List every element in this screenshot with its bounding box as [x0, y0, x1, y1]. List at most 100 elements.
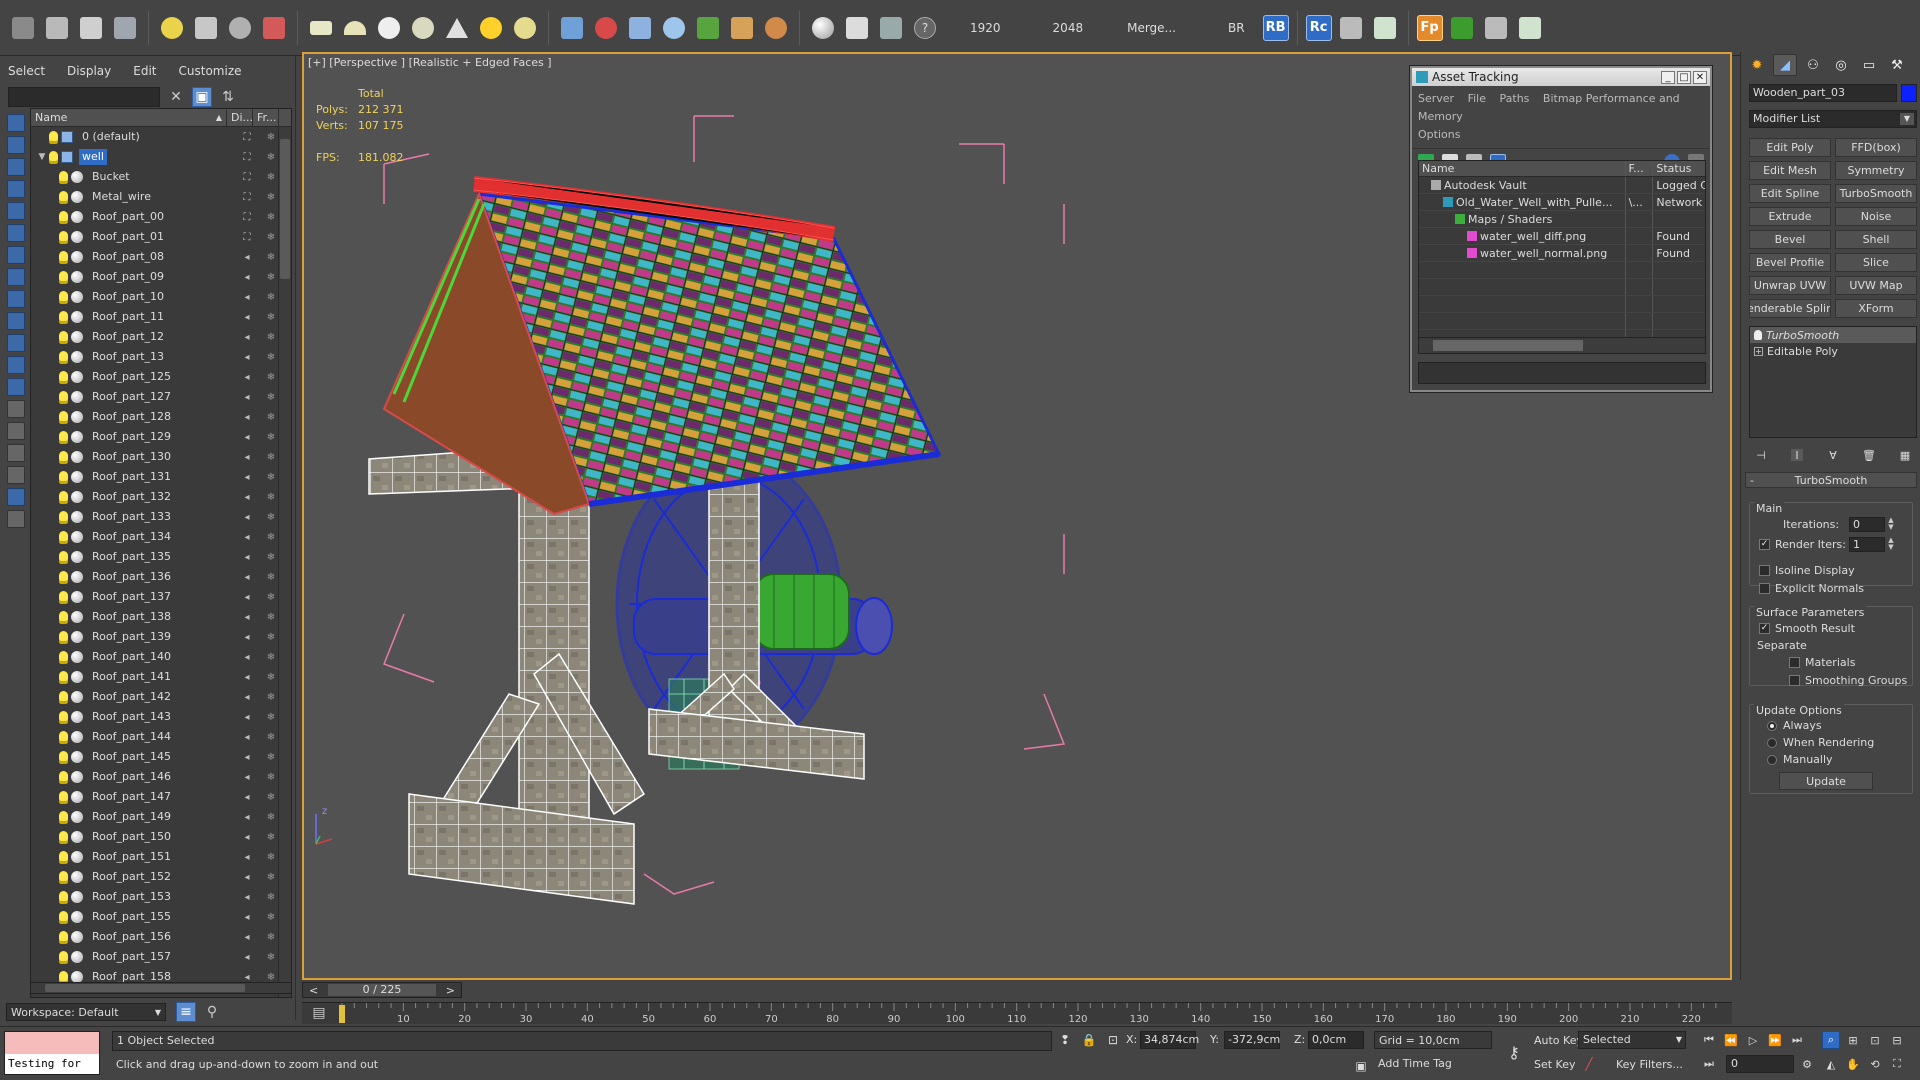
vfb-button[interactable]: [876, 13, 906, 43]
freeze-toggle-icon[interactable]: ❄: [263, 611, 279, 623]
modifier-button[interactable]: Symmetry: [1835, 161, 1917, 180]
explorer-row[interactable]: ▼ well ⛶ ❄: [31, 147, 279, 167]
options-icon[interactable]: [7, 510, 25, 528]
visibility-bulb-icon[interactable]: [59, 610, 68, 624]
visibility-bulb-icon[interactable]: [59, 770, 68, 784]
sync-selection-icon[interactable]: ⇅: [218, 87, 238, 107]
light-filter-icon[interactable]: [7, 180, 25, 198]
visibility-bulb-icon[interactable]: [59, 430, 68, 444]
freeze-toggle-icon[interactable]: ❄: [263, 211, 279, 223]
scrollbar-thumb[interactable]: [45, 984, 245, 992]
hidden-filter-icon[interactable]: [7, 378, 25, 396]
lock-selection-icon[interactable]: 🔒: [1080, 1031, 1098, 1049]
invert-display-icon[interactable]: [7, 422, 25, 440]
display-none-icon[interactable]: [7, 400, 25, 418]
rc-button[interactable]: Rc: [1305, 14, 1332, 41]
freeze-toggle-icon[interactable]: ❄: [263, 391, 279, 403]
display-mode-icon[interactable]: ◂: [239, 951, 255, 963]
freeze-toggle-icon[interactable]: ❄: [263, 431, 279, 443]
visibility-bulb-icon[interactable]: [59, 270, 68, 284]
trackbar-key-icon[interactable]: ▤: [308, 1002, 330, 1024]
freeze-toggle-icon[interactable]: ❄: [263, 231, 279, 243]
layer-explorer-icon[interactable]: ≡: [176, 1002, 196, 1022]
motion-tab[interactable]: ◎: [1829, 54, 1853, 76]
fp-button[interactable]: Fp: [1416, 14, 1443, 41]
visibility-bulb-icon[interactable]: [59, 930, 68, 944]
geosphere-button[interactable]: [408, 13, 438, 43]
asset-horizontal-scrollbar[interactable]: [1419, 337, 1705, 353]
explorer-row[interactable]: Roof_part_136 ◂ ❄: [31, 567, 279, 587]
visibility-bulb-icon[interactable]: [59, 450, 68, 464]
display-mode-icon[interactable]: ◂: [239, 591, 255, 603]
box-button[interactable]: [306, 13, 336, 43]
freeze-toggle-icon[interactable]: ❄: [263, 291, 279, 303]
display-mode-icon[interactable]: ◂: [239, 551, 255, 563]
display-mode-icon[interactable]: ◂: [239, 791, 255, 803]
shape-filter-icon[interactable]: [7, 158, 25, 176]
column-full-path[interactable]: F...: [1626, 161, 1654, 176]
display-mode-icon[interactable]: ◂: [239, 731, 255, 743]
maximize-viewport-icon[interactable]: ⛶: [1888, 1055, 1906, 1073]
scatter-button[interactable]: [557, 13, 587, 43]
freeze-toggle-icon[interactable]: ❄: [263, 691, 279, 703]
display-mode-icon[interactable]: ◂: [239, 671, 255, 683]
visibility-bulb-icon[interactable]: [59, 690, 68, 704]
time-slider-frame-label[interactable]: 0 / 225: [328, 984, 436, 996]
zoom-extents-all-icon[interactable]: ⊟: [1888, 1031, 1906, 1049]
modifier-button[interactable]: Edit Poly: [1749, 138, 1831, 157]
display-mode-icon[interactable]: ◂: [239, 811, 255, 823]
visibility-bulb-icon[interactable]: [59, 630, 68, 644]
explorer-row[interactable]: Roof_part_125 ◂ ❄: [31, 367, 279, 387]
vray-fur-button[interactable]: [659, 13, 689, 43]
modifier-button[interactable]: FFD(box): [1835, 138, 1917, 157]
bone-filter-icon[interactable]: [7, 312, 25, 330]
rendered-frame-window-button[interactable]: [42, 13, 72, 43]
visibility-bulb-icon[interactable]: [59, 790, 68, 804]
display-mode-icon[interactable]: ◂: [239, 491, 255, 503]
display-mode-icon[interactable]: ◂: [239, 751, 255, 763]
menu-edit[interactable]: Edit: [133, 64, 156, 78]
display-mode-icon[interactable]: ◂: [239, 311, 255, 323]
display-mode-icon[interactable]: ⛶: [239, 151, 255, 163]
hierarchy-tab[interactable]: ⚇: [1801, 54, 1825, 76]
explorer-row[interactable]: Roof_part_139 ◂ ❄: [31, 627, 279, 647]
explorer-row[interactable]: Roof_part_152 ◂ ❄: [31, 867, 279, 887]
display-mode-icon[interactable]: ⛶: [239, 171, 255, 183]
display-mode-icon[interactable]: ◂: [239, 631, 255, 643]
modifier-button[interactable]: enderable Splin: [1749, 299, 1831, 318]
object-color-swatch[interactable]: [1901, 84, 1917, 102]
visibility-bulb-icon[interactable]: [59, 810, 68, 824]
visibility-bulb-icon[interactable]: [59, 210, 68, 224]
display-mode-icon[interactable]: ◂: [239, 431, 255, 443]
visibility-bulb-icon[interactable]: [49, 150, 58, 164]
camera-filter-icon[interactable]: [7, 202, 25, 220]
explorer-row[interactable]: Roof_part_153 ◂ ❄: [31, 887, 279, 907]
material-editor-button[interactable]: [842, 13, 872, 43]
help-button[interactable]: ?: [910, 13, 940, 43]
asset-row[interactable]: Old_Water_Well_with_Pulle... \... Network: [1419, 194, 1705, 211]
display-mode-icon[interactable]: ◂: [239, 391, 255, 403]
visibility-bulb-icon[interactable]: [59, 870, 68, 884]
visibility-bulb-icon[interactable]: [59, 470, 68, 484]
time-slider-left-arrow[interactable]: <: [309, 984, 318, 997]
merge-button[interactable]: Merge...: [1113, 13, 1190, 43]
manually-radio[interactable]: [1767, 755, 1777, 765]
explorer-vertical-scrollbar[interactable]: [278, 127, 291, 997]
set-key-button[interactable]: Set Key: [1530, 1055, 1580, 1073]
explorer-row[interactable]: Roof_part_131 ◂ ❄: [31, 467, 279, 487]
freeze-toggle-icon[interactable]: ❄: [263, 451, 279, 463]
hierarchy-icon[interactable]: ⚲: [202, 1002, 222, 1022]
listener-input[interactable]: Testing for: [5, 1054, 99, 1074]
freeze-toggle-icon[interactable]: ❄: [263, 551, 279, 563]
freeze-toggle-icon[interactable]: ❄: [263, 871, 279, 883]
explorer-row[interactable]: Roof_part_146 ◂ ❄: [31, 767, 279, 787]
geometry-filter-icon[interactable]: [7, 136, 25, 154]
visibility-bulb-icon[interactable]: [59, 910, 68, 924]
menu-customize[interactable]: Customize: [179, 64, 242, 78]
next-frame-icon[interactable]: ⏩: [1766, 1031, 1784, 1049]
camera-button[interactable]: [191, 13, 221, 43]
vray-proxy-button[interactable]: [625, 13, 655, 43]
table-button[interactable]: [1370, 13, 1400, 43]
freeze-toggle-icon[interactable]: ❄: [263, 771, 279, 783]
explorer-row[interactable]: Roof_part_129 ◂ ❄: [31, 427, 279, 447]
